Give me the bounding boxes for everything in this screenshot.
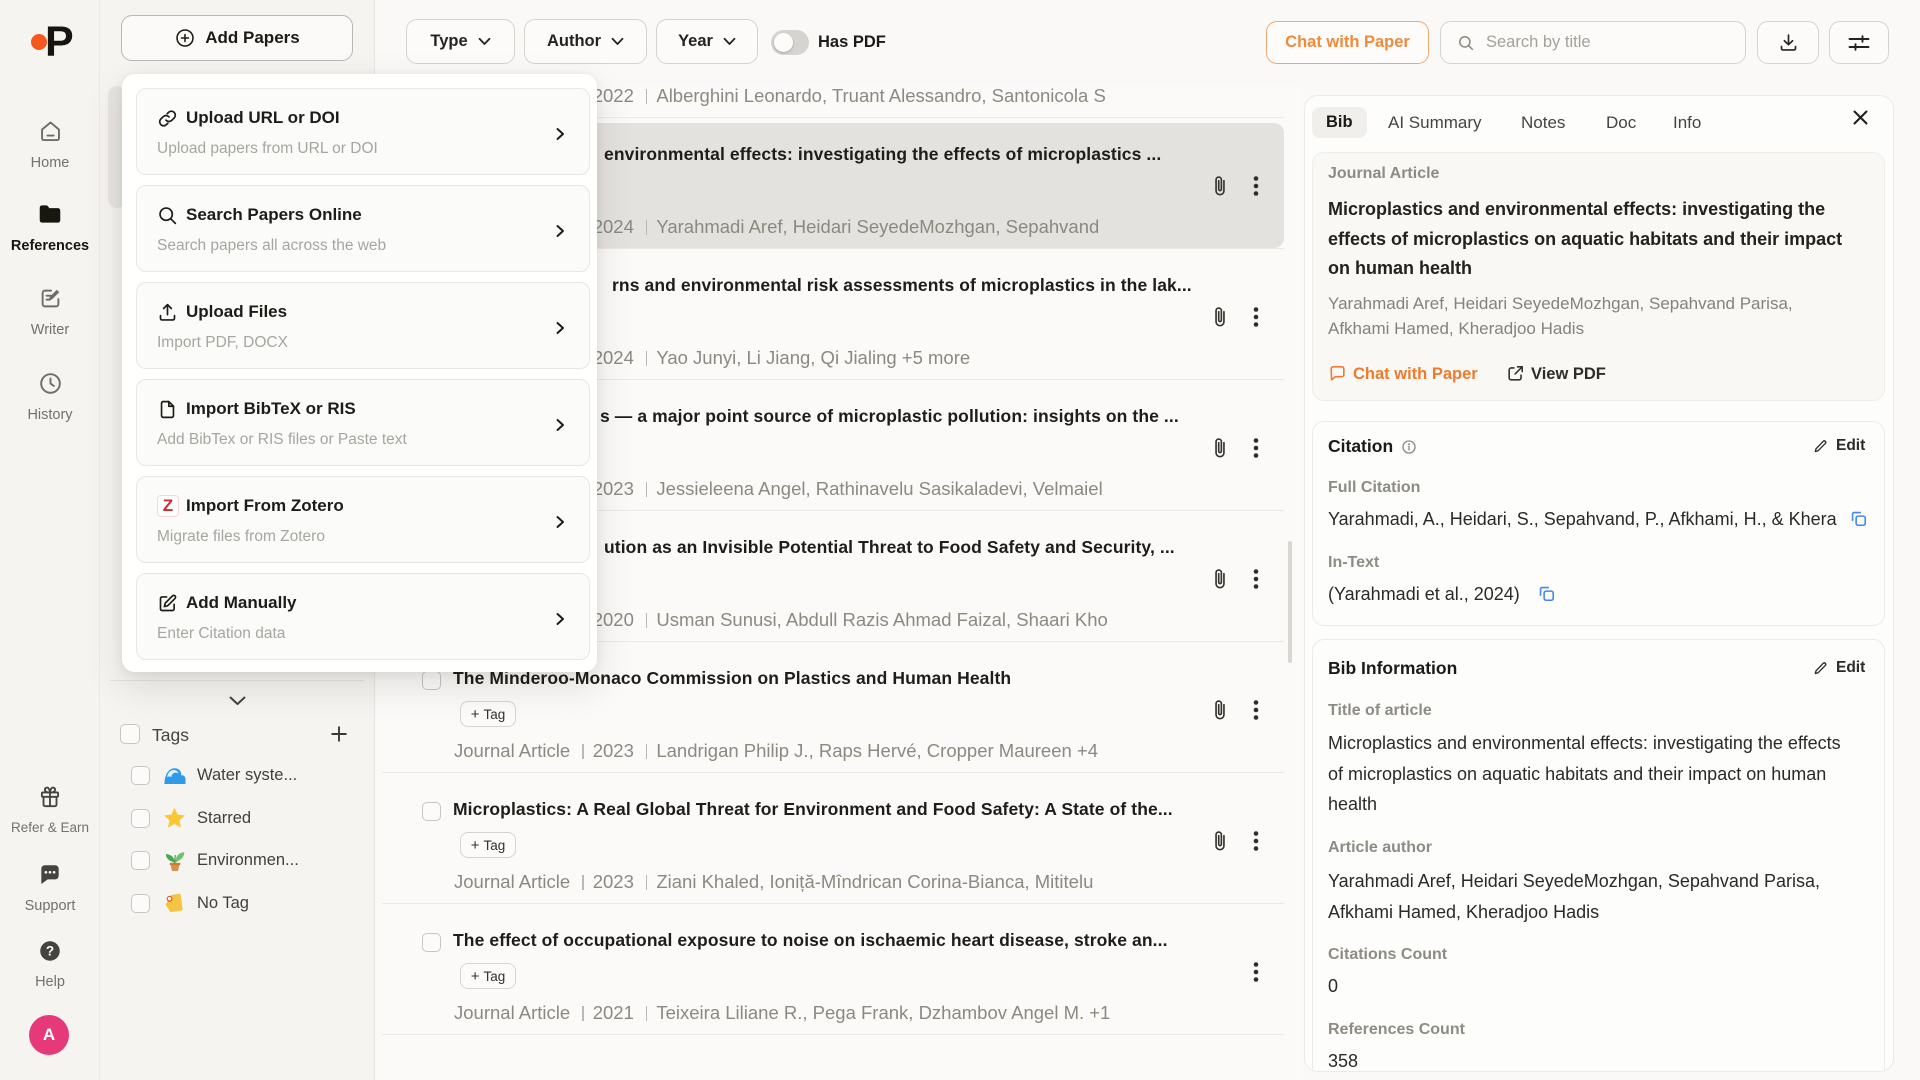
svg-text:?: ? [46,944,54,959]
